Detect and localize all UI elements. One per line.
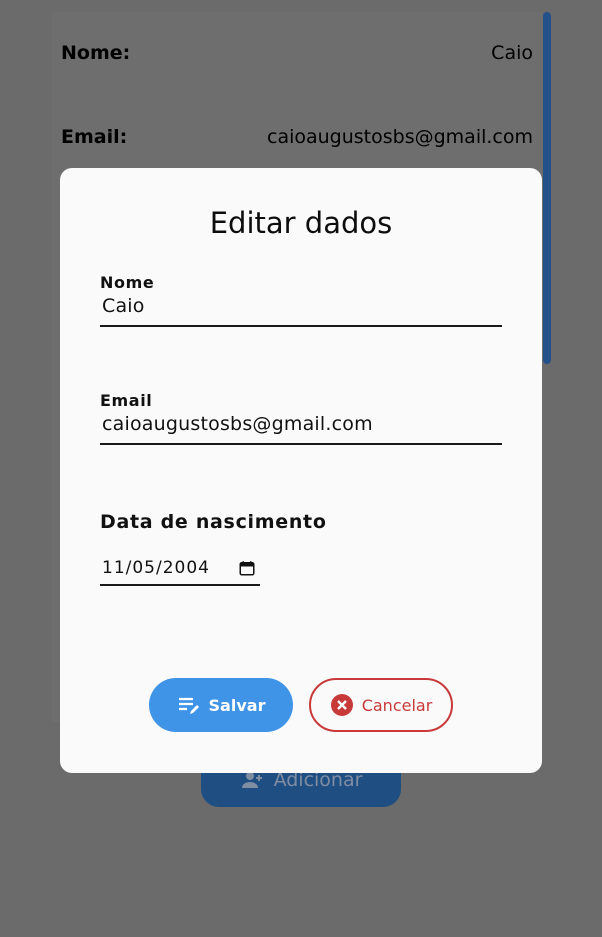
calendar-icon[interactable]	[238, 559, 256, 577]
profile-value: caioaugustosbs@gmail.com	[267, 126, 533, 148]
cancel-button[interactable]: Cancelar	[309, 678, 453, 732]
nome-field[interactable]: Nome Caio	[100, 273, 502, 327]
nome-input[interactable]: Caio	[100, 292, 502, 325]
save-button-label: Salvar	[208, 695, 266, 715]
birthdate-label: Data de nascimento	[100, 511, 327, 533]
birthdate-value[interactable]: 11/05/2004	[102, 558, 210, 578]
email-input[interactable]: caioaugustosbs@gmail.com	[100, 410, 502, 443]
nome-label: Nome	[100, 273, 155, 292]
close-circle-icon	[330, 694, 353, 716]
playlist-edit-icon	[178, 697, 199, 714]
cancel-button-label: Cancelar	[361, 695, 433, 715]
profile-value: Caio	[491, 42, 533, 64]
email-label: Email	[100, 391, 153, 410]
scrollbar[interactable]	[543, 12, 551, 364]
email-field[interactable]: Email caioaugustosbs@gmail.com	[100, 391, 502, 445]
profile-label: Nome:	[61, 42, 131, 64]
profile-label: Email:	[61, 126, 128, 148]
edit-dialog: Editar dados Nome Caio Email caioaugusto…	[60, 168, 542, 773]
birthdate-input[interactable]: 11/05/2004	[100, 554, 260, 586]
profile-row-nome: Nome: Caio	[61, 42, 533, 64]
save-button[interactable]: Salvar	[149, 678, 293, 732]
profile-row-email: Email: caioaugustosbs@gmail.com	[61, 126, 533, 148]
dialog-title: Editar dados	[209, 206, 393, 240]
